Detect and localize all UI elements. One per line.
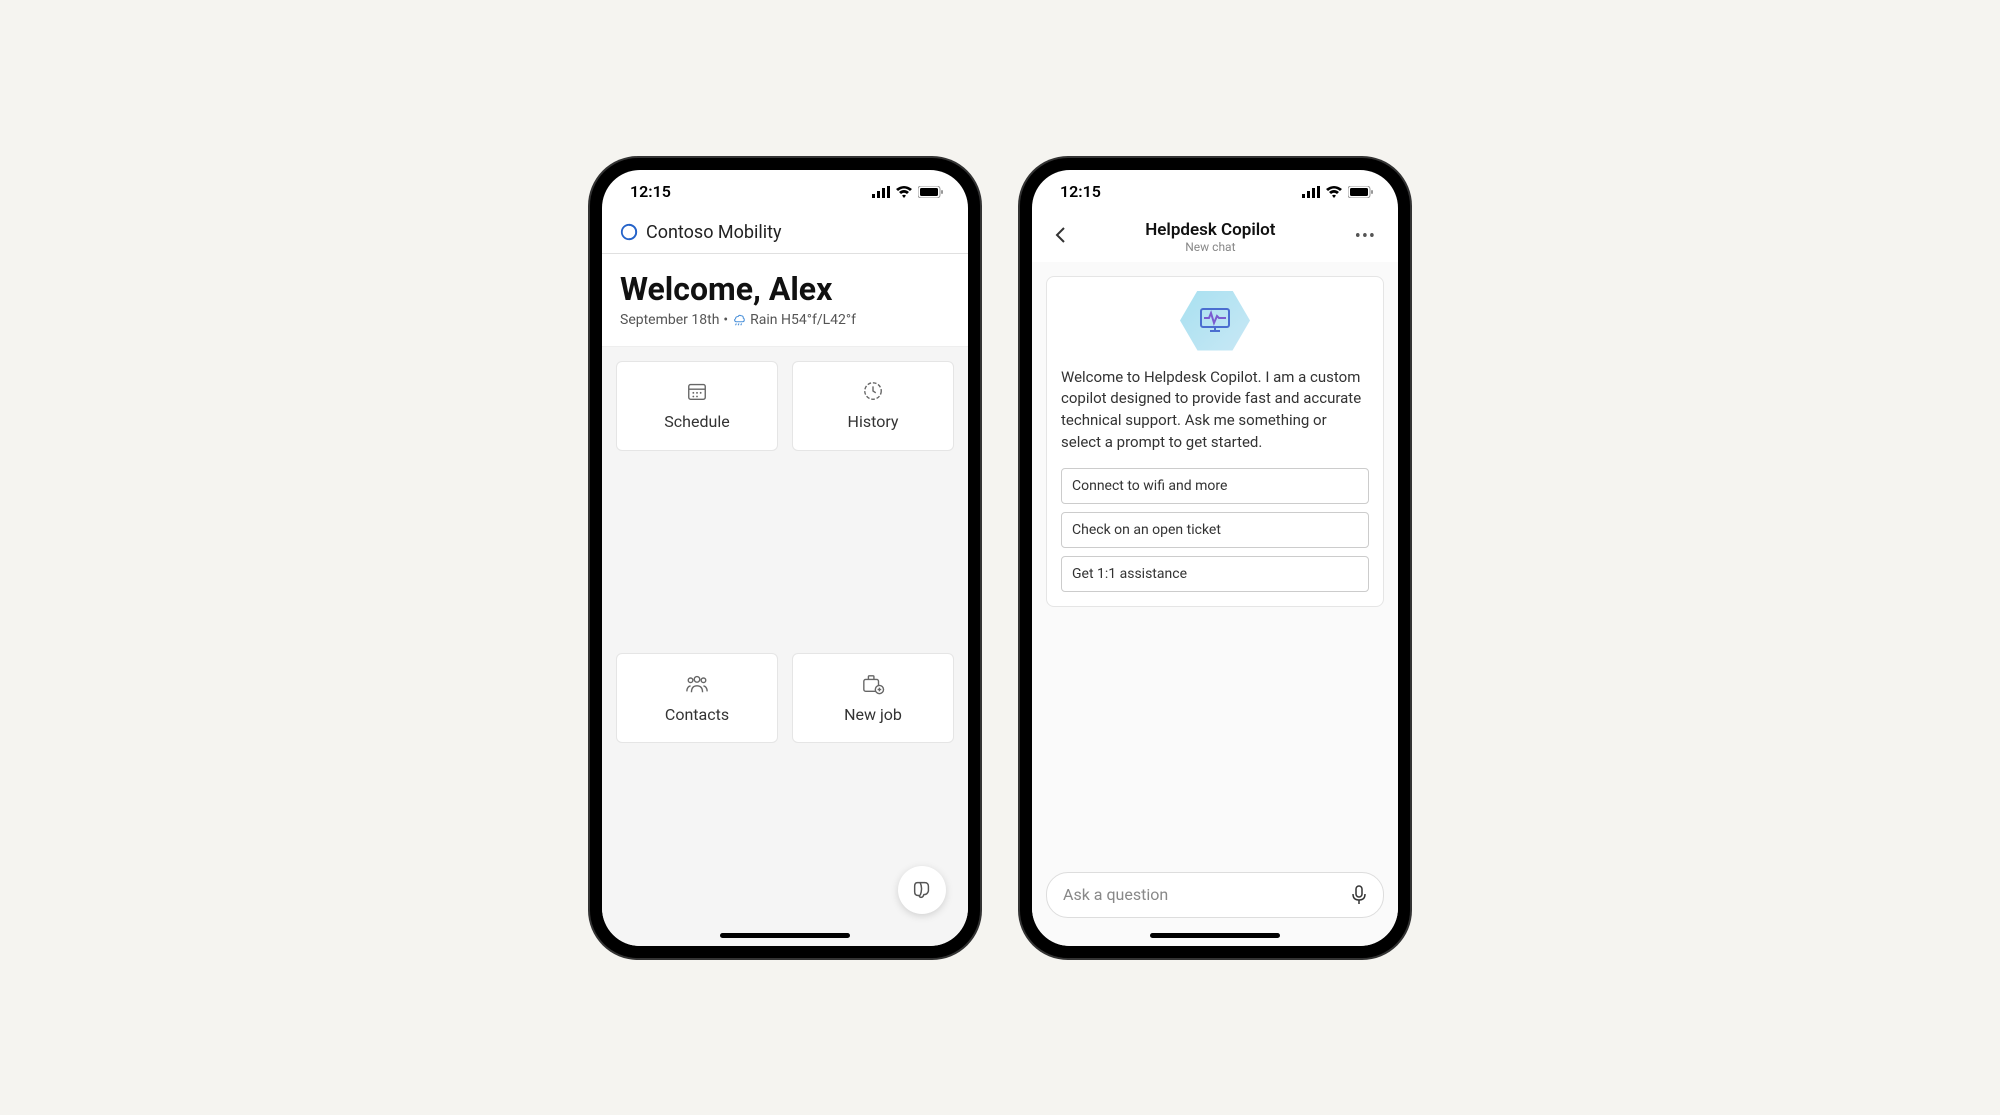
microphone-icon[interactable] (1351, 885, 1367, 905)
battery-icon (918, 186, 944, 198)
welcome-subtitle: September 18th • Rain H54°f/L42°f (620, 312, 950, 328)
more-button[interactable]: ••• (1349, 220, 1382, 253)
phone-screen-home: 12:15 Contoso Mobility Welcome, Alex Sep… (602, 170, 968, 946)
tile-schedule[interactable]: Schedule (616, 361, 778, 451)
phone-frame-home: 12:15 Contoso Mobility Welcome, Alex Sep… (590, 158, 980, 958)
chat-input[interactable]: Ask a question (1046, 872, 1384, 918)
copilot-card: Welcome to Helpdesk Copilot. I am a cust… (1046, 276, 1384, 607)
status-icons (872, 186, 944, 198)
tiles-section: Schedule History Contacts New job (602, 347, 968, 946)
tile-newjob-label: New job (844, 705, 902, 724)
tile-history-label: History (848, 412, 899, 431)
briefcase-plus-icon (861, 673, 885, 695)
battery-icon (1348, 186, 1374, 198)
back-button[interactable] (1048, 220, 1072, 254)
status-bar: 12:15 (1032, 170, 1398, 214)
copilot-avatar (1061, 291, 1369, 351)
tile-contacts-label: Contacts (665, 705, 729, 724)
cellular-icon (872, 186, 890, 198)
calendar-icon (686, 380, 708, 402)
status-time: 12:15 (1060, 182, 1101, 201)
rain-icon (732, 313, 746, 327)
welcome-title: Welcome, Alex (620, 270, 950, 308)
wifi-icon (896, 186, 912, 198)
app-logo-icon (620, 223, 638, 241)
prompt-ticket[interactable]: Check on an open ticket (1061, 512, 1369, 548)
welcome-weather: Rain H54°f/L42°f (750, 312, 856, 328)
ellipsis-icon: ••• (1355, 226, 1376, 247)
wifi-icon (1326, 186, 1342, 198)
people-icon (685, 673, 709, 695)
welcome-date: September 18th (620, 312, 719, 328)
tile-newjob[interactable]: New job (792, 653, 954, 743)
copilot-header: Helpdesk Copilot New chat ••• (1032, 214, 1398, 262)
chevron-left-icon (1054, 226, 1066, 244)
tile-contacts[interactable]: Contacts (616, 653, 778, 743)
copilot-icon (911, 879, 933, 901)
copilot-subtitle: New chat (1072, 240, 1349, 254)
tiles-wrapper: Schedule History Contacts New job (602, 347, 968, 946)
prompt-assistance[interactable]: Get 1:1 assistance (1061, 556, 1369, 592)
tile-history[interactable]: History (792, 361, 954, 451)
status-bar: 12:15 (602, 170, 968, 214)
cellular-icon (1302, 186, 1320, 198)
copilot-body: Welcome to Helpdesk Copilot. I am a cust… (1032, 262, 1398, 862)
phone-screen-copilot: 12:15 Helpdesk Copilot New chat ••• (1032, 170, 1398, 946)
status-icons (1302, 186, 1374, 198)
monitor-pulse-icon (1198, 306, 1232, 336)
home-indicator[interactable] (1150, 933, 1280, 938)
prompt-wifi[interactable]: Connect to wifi and more (1061, 468, 1369, 504)
app-title: Contoso Mobility (646, 222, 782, 243)
hexagon-icon (1180, 291, 1250, 351)
tile-schedule-label: Schedule (664, 412, 729, 431)
copilot-title: Helpdesk Copilot (1072, 220, 1349, 240)
phone-frame-copilot: 12:15 Helpdesk Copilot New chat ••• (1020, 158, 1410, 958)
app-header: Contoso Mobility (602, 214, 968, 254)
welcome-section: Welcome, Alex September 18th • Rain H54°… (602, 254, 968, 347)
chat-input-placeholder: Ask a question (1063, 885, 1168, 904)
history-icon (862, 380, 884, 402)
home-indicator[interactable] (720, 933, 850, 938)
status-time: 12:15 (630, 182, 671, 201)
prompt-list: Connect to wifi and more Check on an ope… (1061, 468, 1369, 592)
copilot-header-center: Helpdesk Copilot New chat (1072, 220, 1349, 254)
copilot-intro: Welcome to Helpdesk Copilot. I am a cust… (1061, 367, 1369, 454)
copilot-fab[interactable] (898, 866, 946, 914)
